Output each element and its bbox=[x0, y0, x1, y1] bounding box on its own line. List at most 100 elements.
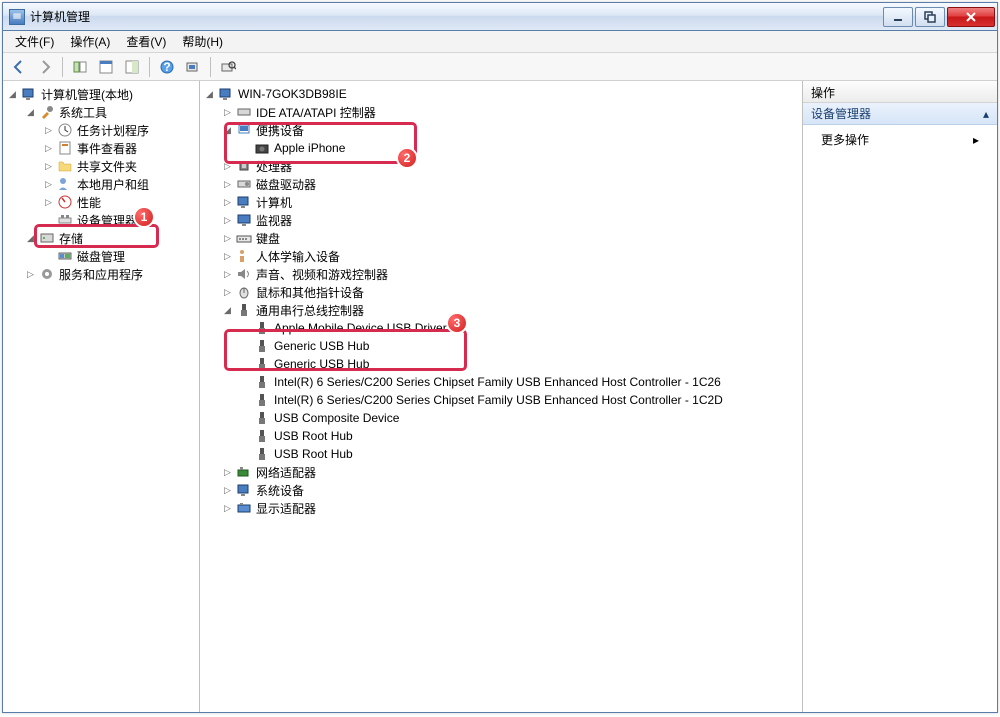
device-intel-ehc[interactable]: Intel(R) 6 Series/C200 Series Chipset Fa… bbox=[238, 391, 800, 409]
expand-icon[interactable]: ▷ bbox=[43, 179, 54, 190]
annotation-badge-2: 2 bbox=[396, 147, 418, 169]
left-root[interactable]: ◢ 计算机管理(本地) bbox=[5, 85, 197, 103]
expand-icon[interactable]: ▷ bbox=[222, 467, 233, 478]
expand-icon[interactable]: ▷ bbox=[43, 143, 54, 154]
device-apple-usb-driver[interactable]: Apple Mobile Device USB Driver bbox=[238, 319, 800, 337]
toolbar-separator bbox=[149, 57, 150, 77]
menubar: 文件(F) 操作(A) 查看(V) 帮助(H) bbox=[3, 31, 997, 53]
actions-pane: 操作 设备管理器 ▴ 更多操作 ▸ bbox=[803, 81, 997, 712]
device-generic-hub[interactable]: Generic USB Hub bbox=[238, 355, 800, 373]
device-sound[interactable]: ▷声音、视频和游戏控制器 bbox=[220, 265, 800, 283]
device-disk-drives[interactable]: ▷磁盘驱动器 bbox=[220, 175, 800, 193]
device-network[interactable]: ▷网络适配器 bbox=[220, 463, 800, 481]
expand-icon[interactable]: ▷ bbox=[222, 215, 233, 226]
expand-icon[interactable]: ▷ bbox=[43, 161, 54, 172]
expand-icon[interactable]: ▷ bbox=[222, 251, 233, 262]
left-performance[interactable]: ▷性能 bbox=[41, 193, 197, 211]
device-usb-controllers[interactable]: ◢通用串行总线控制器 bbox=[220, 301, 800, 319]
device-processors[interactable]: ▷处理器 bbox=[220, 157, 800, 175]
expand-icon[interactable]: ▷ bbox=[43, 125, 54, 136]
device-apple-iphone[interactable]: Apple iPhone bbox=[238, 139, 800, 157]
expand-icon[interactable]: ▷ bbox=[222, 287, 233, 298]
annotation-badge-3: 3 bbox=[446, 312, 468, 334]
storage-icon bbox=[39, 230, 55, 246]
network-icon bbox=[236, 464, 252, 480]
users-icon bbox=[57, 176, 73, 192]
expand-icon[interactable]: ▷ bbox=[222, 197, 233, 208]
left-local-users[interactable]: ▷本地用户和组 bbox=[41, 175, 197, 193]
device-mice[interactable]: ▷鼠标和其他指针设备 bbox=[220, 283, 800, 301]
collapse-icon[interactable]: ◢ bbox=[222, 305, 233, 316]
left-device-manager[interactable]: 设备管理器 bbox=[41, 211, 197, 229]
expand-icon[interactable]: ▷ bbox=[222, 269, 233, 280]
titlebar[interactable]: 计算机管理 bbox=[3, 3, 997, 31]
toolbar-refresh[interactable] bbox=[120, 55, 144, 79]
expand-icon[interactable]: ▷ bbox=[222, 485, 233, 496]
forward-button[interactable] bbox=[33, 55, 57, 79]
expand-icon[interactable]: ▷ bbox=[222, 503, 233, 514]
toolbar-properties[interactable] bbox=[94, 55, 118, 79]
monitor-icon bbox=[236, 212, 252, 228]
toolbar: ? bbox=[3, 53, 997, 81]
expand-icon[interactable]: ▷ bbox=[25, 269, 36, 280]
device-usb-root-hub[interactable]: USB Root Hub bbox=[238, 445, 800, 463]
collapse-icon[interactable]: ◢ bbox=[25, 107, 36, 118]
left-system-tools[interactable]: ◢ 系统工具 bbox=[23, 103, 197, 121]
toolbar-help[interactable]: ? bbox=[155, 55, 179, 79]
device-host[interactable]: ◢WIN-7GOK3DB98IE bbox=[202, 85, 800, 103]
cpu-icon bbox=[236, 158, 252, 174]
device-hid[interactable]: ▷人体学输入设备 bbox=[220, 247, 800, 265]
actions-more[interactable]: 更多操作 ▸ bbox=[803, 125, 997, 154]
menu-view[interactable]: 查看(V) bbox=[118, 31, 174, 52]
computer-icon bbox=[236, 194, 252, 210]
left-event-viewer[interactable]: ▷事件查看器 bbox=[41, 139, 197, 157]
device-tree-pane[interactable]: ◢WIN-7GOK3DB98IE ▷IDE ATA/ATAPI 控制器 ◢便携设… bbox=[200, 81, 803, 712]
minimize-button[interactable] bbox=[883, 7, 913, 27]
toolbar-scan-hardware[interactable] bbox=[216, 55, 240, 79]
device-monitors[interactable]: ▷监视器 bbox=[220, 211, 800, 229]
left-shared-folders[interactable]: ▷共享文件夹 bbox=[41, 157, 197, 175]
usb-icon bbox=[236, 302, 252, 318]
event-icon bbox=[57, 140, 73, 156]
expand-icon[interactable]: ▷ bbox=[222, 161, 233, 172]
portable-device-icon bbox=[236, 122, 252, 138]
hid-icon bbox=[236, 248, 252, 264]
back-button[interactable] bbox=[7, 55, 31, 79]
device-keyboards[interactable]: ▷键盘 bbox=[220, 229, 800, 247]
device-usb-root-hub[interactable]: USB Root Hub bbox=[238, 427, 800, 445]
device-ide[interactable]: ▷IDE ATA/ATAPI 控制器 bbox=[220, 103, 800, 121]
left-tree-pane[interactable]: ◢ 计算机管理(本地) ◢ 系统工具 ▷任务计划程序 bbox=[3, 81, 200, 712]
collapse-icon[interactable]: ◢ bbox=[7, 89, 18, 100]
device-portable[interactable]: ◢便携设备 bbox=[220, 121, 800, 139]
left-task-scheduler[interactable]: ▷任务计划程序 bbox=[41, 121, 197, 139]
menu-action[interactable]: 操作(A) bbox=[62, 31, 118, 52]
expand-icon[interactable]: ▷ bbox=[222, 107, 233, 118]
content-area: ◢ 计算机管理(本地) ◢ 系统工具 ▷任务计划程序 bbox=[3, 81, 997, 712]
menu-file[interactable]: 文件(F) bbox=[7, 31, 62, 52]
sound-icon bbox=[236, 266, 252, 282]
toolbar-show-hide-tree[interactable] bbox=[68, 55, 92, 79]
maximize-button[interactable] bbox=[915, 7, 945, 27]
expand-icon[interactable]: ▷ bbox=[222, 233, 233, 244]
device-display-adapters[interactable]: ▷显示适配器 bbox=[220, 499, 800, 517]
usb-icon bbox=[254, 320, 270, 336]
toolbar-scan[interactable] bbox=[181, 55, 205, 79]
collapse-icon[interactable]: ◢ bbox=[25, 233, 36, 244]
usb-icon bbox=[254, 446, 270, 462]
computer-icon bbox=[218, 86, 234, 102]
device-computer[interactable]: ▷计算机 bbox=[220, 193, 800, 211]
device-generic-hub[interactable]: Generic USB Hub bbox=[238, 337, 800, 355]
device-usb-composite[interactable]: USB Composite Device bbox=[238, 409, 800, 427]
actions-section[interactable]: 设备管理器 ▴ bbox=[803, 103, 997, 125]
device-intel-ehc[interactable]: Intel(R) 6 Series/C200 Series Chipset Fa… bbox=[238, 373, 800, 391]
left-services[interactable]: ▷服务和应用程序 bbox=[23, 265, 197, 283]
device-system-devices[interactable]: ▷系统设备 bbox=[220, 481, 800, 499]
left-storage[interactable]: ◢存储 bbox=[23, 229, 197, 247]
close-button[interactable] bbox=[947, 7, 995, 27]
expand-icon[interactable]: ▷ bbox=[222, 179, 233, 190]
left-disk-management[interactable]: 磁盘管理 bbox=[41, 247, 197, 265]
expand-icon[interactable]: ▷ bbox=[43, 197, 54, 208]
collapse-icon[interactable]: ◢ bbox=[204, 89, 215, 100]
collapse-icon[interactable]: ◢ bbox=[222, 125, 233, 136]
menu-help[interactable]: 帮助(H) bbox=[174, 31, 231, 52]
